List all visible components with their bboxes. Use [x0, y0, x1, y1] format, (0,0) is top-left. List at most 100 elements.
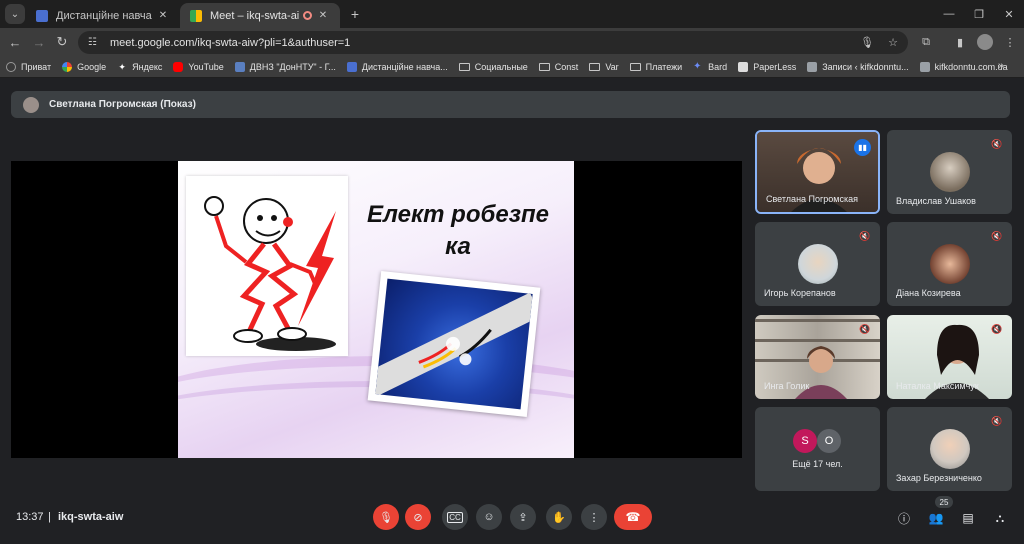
presentation-slide: Елект робезпе ка [178, 161, 574, 458]
bookmark-youtube[interactable]: YouTube [173, 62, 224, 72]
bookmarks-bar: Приват Google ✦ Яндекс YouTube ДВНЗ "ДонН… [0, 57, 1024, 78]
others-count-label: Ещё 17 чел. [792, 459, 843, 469]
privat-icon [6, 62, 16, 72]
profile-avatar[interactable] [976, 33, 994, 51]
site-info-icon[interactable]: ☷ [88, 37, 102, 48]
reactions-button[interactable]: ☺ [476, 504, 502, 530]
bookmark-kifkdonntu[interactable]: kifkdonntu.com.ua [919, 62, 1008, 72]
close-icon[interactable]: ✕ [156, 9, 170, 23]
bookmark-star-icon[interactable]: ☆ [888, 36, 898, 49]
participant-tile[interactable]: 🔇 Инга Голик [755, 315, 880, 399]
restore-button[interactable]: ❐ [962, 0, 996, 28]
reddy-kilowatt-illustration [186, 176, 348, 356]
participant-name: Владислав Ушаков [896, 196, 976, 206]
chevron-down-icon: ⌄ [10, 8, 20, 20]
spark-wire-icon [375, 292, 533, 399]
camera-toggle-button[interactable]: ⊘ [405, 504, 431, 530]
participant-name: Игорь Корепанов [764, 288, 836, 298]
tab-search-button[interactable]: ⌄ [5, 4, 25, 24]
minimize-button[interactable]: — [932, 0, 966, 28]
presenter-avatar [23, 96, 39, 113]
bookmark-google[interactable]: Google [62, 62, 106, 72]
mic-off-icon: 🎙 [379, 511, 393, 524]
bookmark-folder-social[interactable]: Социальные [458, 62, 528, 72]
meeting-info-button[interactable]: ⓘ [895, 509, 913, 527]
close-icon[interactable]: ✕ [316, 9, 330, 23]
slide-title: Елект робезпе ка [367, 201, 549, 260]
bookmark-donntu[interactable]: ДВНЗ "ДонНТУ" - Г... [234, 62, 336, 72]
present-screen-icon: ⇪ [518, 511, 528, 524]
wire-spark-photo [367, 270, 541, 418]
people-icon: 👥 [928, 511, 944, 525]
participant-name: Діана Козирева [896, 288, 961, 298]
participant-tile[interactable]: 🔇 Діана Козирева [887, 222, 1012, 306]
url-text: meet.google.com/ikq-swta-aiw?pli=1&authu… [110, 36, 351, 49]
meeting-code: ikq-swta-aiw [58, 511, 124, 523]
participant-avatar [797, 244, 838, 284]
yandex-icon: ✦ [118, 62, 126, 72]
lightning-mascot-icon [204, 196, 336, 351]
other-participants-tile[interactable]: S O Ещё 17 чел. [755, 407, 880, 491]
info-icon: ⓘ [897, 511, 910, 526]
bookmark-folder-payments[interactable]: Платежи [629, 62, 682, 72]
participant-tile[interactable]: 🔇 Наталка Максимчук [887, 315, 1012, 399]
participant-avatar [929, 244, 970, 284]
participant-name: Захар Березниченко [896, 473, 982, 483]
kebab-menu-icon[interactable]: ⋮ [1001, 33, 1019, 51]
side-panel-icon[interactable]: ▮ [951, 33, 969, 51]
wordpress-icon [807, 62, 818, 72]
raise-hand-button[interactable]: ✋ [546, 504, 572, 530]
address-bar[interactable]: ☷ meet.google.com/ikq-swta-aiw?pli=1&aut… [78, 31, 908, 54]
present-button[interactable]: ⇪ [510, 504, 536, 530]
captions-button[interactable]: CC [442, 504, 468, 530]
bookmark-privat[interactable]: Приват [6, 62, 51, 72]
hand-icon: ✋ [552, 511, 566, 524]
tab-title: Meet – ikq-swta-aiw [210, 9, 299, 22]
microphone-icon[interactable]: 🎙 [860, 36, 874, 49]
bookmark-paperless[interactable]: PaperLess [738, 62, 796, 72]
activities-button[interactable]: ⛬ [991, 509, 1009, 527]
new-tab-button[interactable]: + [346, 5, 364, 23]
folder-icon [458, 63, 470, 71]
bookmark-distance[interactable]: Дистанційне навча... [346, 62, 448, 72]
mic-off-icon: 🔇 [859, 323, 871, 334]
speaking-indicator-icon: ▮▮ [854, 139, 871, 156]
bookmark-wp-records[interactable]: Записи ‹ kifkdonntu... [807, 62, 909, 72]
window-close-button[interactable]: ✕ [992, 0, 1024, 28]
participant-tile-speaker[interactable]: ▮▮ Светлана Погромская [755, 130, 880, 214]
emoji-icon: ☺ [483, 511, 495, 523]
participant-tile[interactable]: 🔇 Захар Березниченко [887, 407, 1012, 491]
mic-toggle-button[interactable]: 🎙 [373, 504, 399, 530]
tab-distance-learning[interactable]: Дистанційне навчання в ВСП ✕ [26, 3, 180, 28]
more-options-button[interactable]: ⋮ [581, 504, 607, 530]
participant-tile[interactable]: 🔇 Игорь Корепанов [755, 222, 880, 306]
bookmarks-overflow-icon[interactable]: » [998, 60, 1004, 72]
people-button[interactable]: 👥 [927, 509, 945, 527]
phone-hangup-icon: ☎ [625, 510, 641, 524]
back-button[interactable]: ← [6, 33, 24, 51]
folder-icon [589, 63, 601, 71]
participant-initial-avatar: O [817, 429, 841, 453]
captions-icon: CC [447, 511, 463, 523]
presenter-bar: Светлана Погромская (Показ) [11, 91, 1010, 118]
meet-favicon-icon [190, 9, 202, 22]
bard-icon: ✦ [693, 61, 702, 72]
bookmark-folder-var[interactable]: Var [589, 62, 619, 72]
folder-icon [538, 63, 550, 71]
bookmark-yandex[interactable]: ✦ Яндекс [117, 62, 162, 72]
participant-name: Светлана Погромская [766, 194, 859, 204]
forward-button[interactable]: → [30, 33, 48, 51]
participant-initial-avatar: S [793, 429, 817, 453]
chat-button[interactable]: ▤ [959, 509, 977, 527]
bookmark-bard[interactable]: ✦ Bard [693, 61, 727, 73]
kebab-menu-icon: ⋮ [588, 511, 600, 524]
paperless-icon [738, 62, 749, 72]
bookmark-folder-const[interactable]: Const [538, 62, 578, 72]
tab-meet[interactable]: Meet – ikq-swta-aiw ✕ [180, 3, 340, 28]
youtube-icon [173, 62, 184, 72]
tab-title: Дистанційне навчання в ВСП [56, 9, 152, 22]
leave-call-button[interactable]: ☎ [614, 504, 652, 530]
reload-button[interactable]: ↻ [53, 33, 71, 51]
extensions-icon[interactable]: ⧉ [917, 33, 935, 51]
participant-tile[interactable]: 🔇 Владислав Ушаков [887, 130, 1012, 214]
